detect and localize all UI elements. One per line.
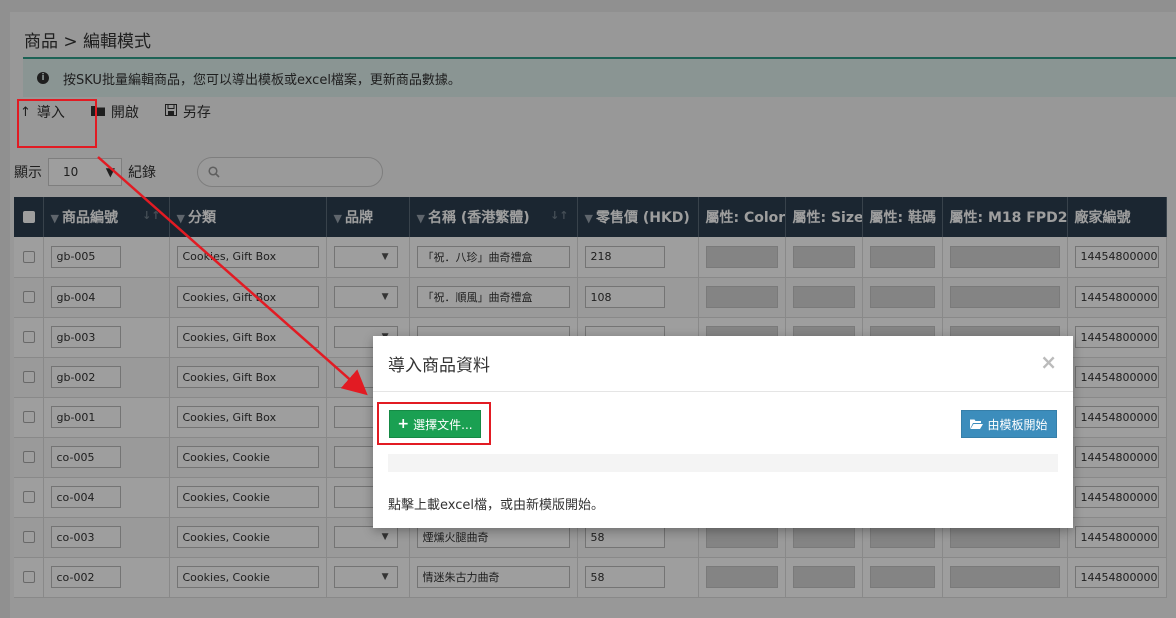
annotation-arrow	[97, 156, 368, 396]
